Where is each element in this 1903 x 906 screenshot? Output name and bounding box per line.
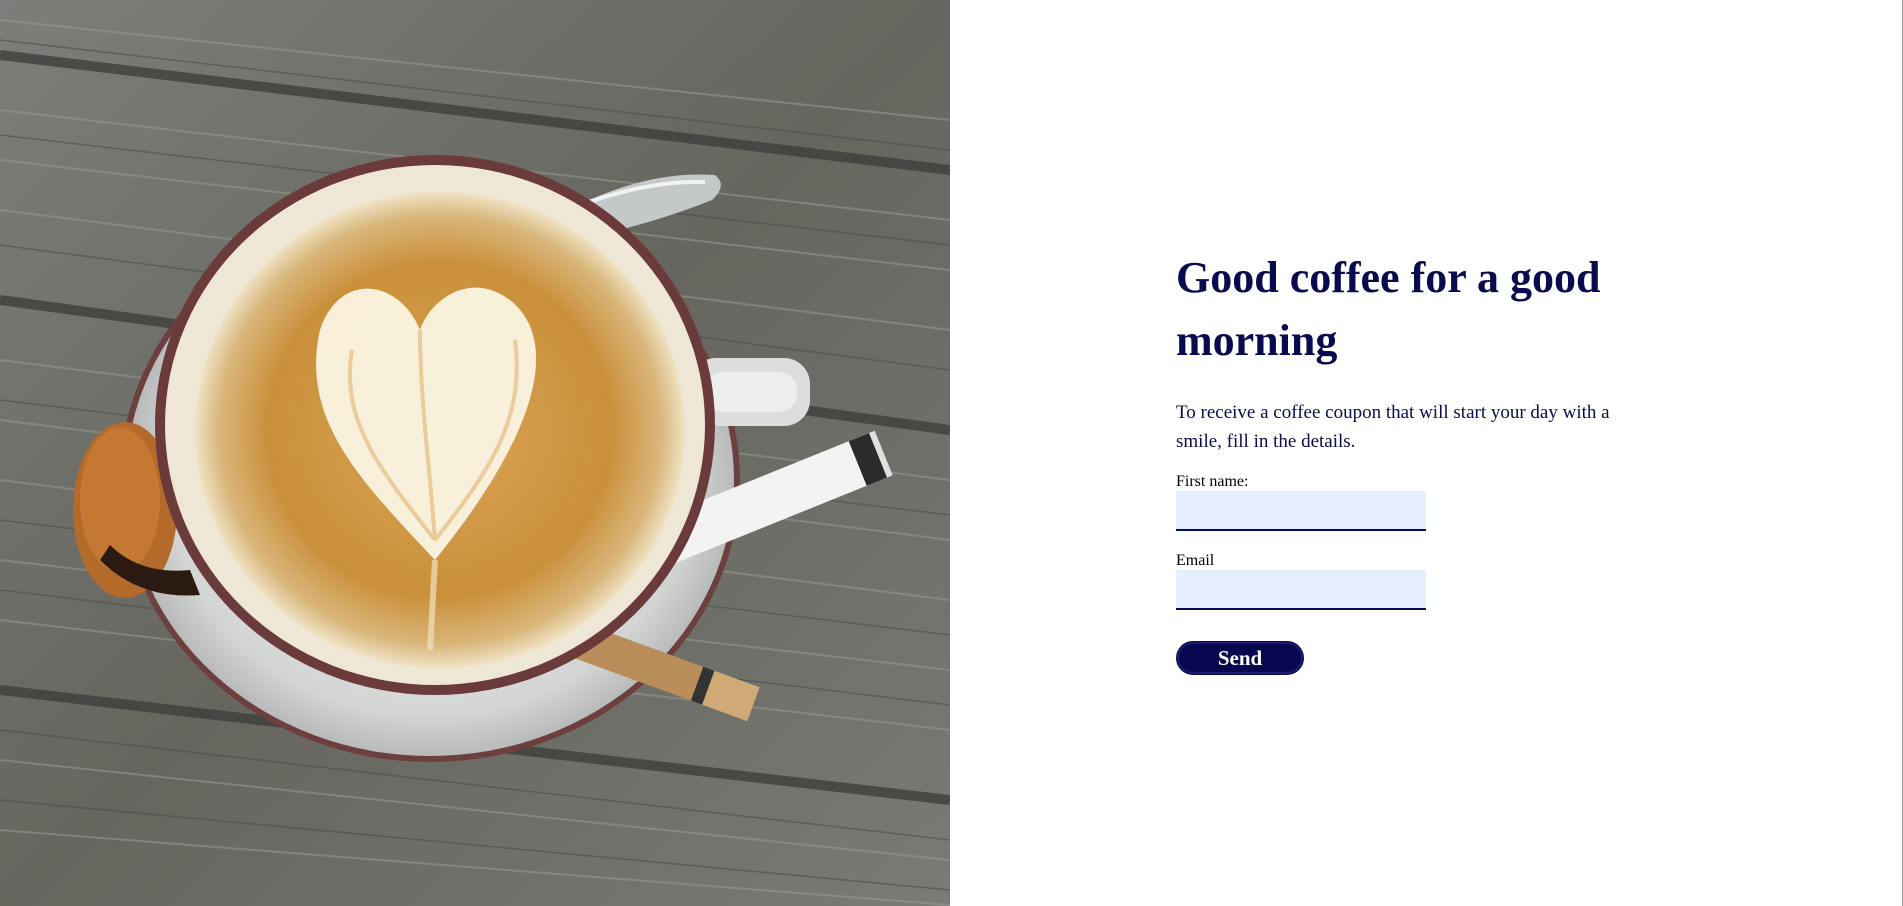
send-button[interactable]: Send [1176,641,1304,675]
latte-cup-image [0,0,950,906]
page-title: Good coffee for a good morning [1176,253,1601,365]
email-input[interactable] [1176,570,1426,610]
form-description: To receive a coffee coupon that will sta… [1176,402,1610,452]
email-label: Email [1176,552,1215,569]
first-name-label: First name: [1176,473,1249,490]
coffee-photo [0,0,950,906]
form-panel: Good coffee for a good morning To receiv… [950,0,1903,906]
coupon-form: Good coffee for a good morning To receiv… [1176,246,1676,675]
first-name-input[interactable] [1176,491,1426,531]
page: Good coffee for a good morning To receiv… [0,0,1903,906]
